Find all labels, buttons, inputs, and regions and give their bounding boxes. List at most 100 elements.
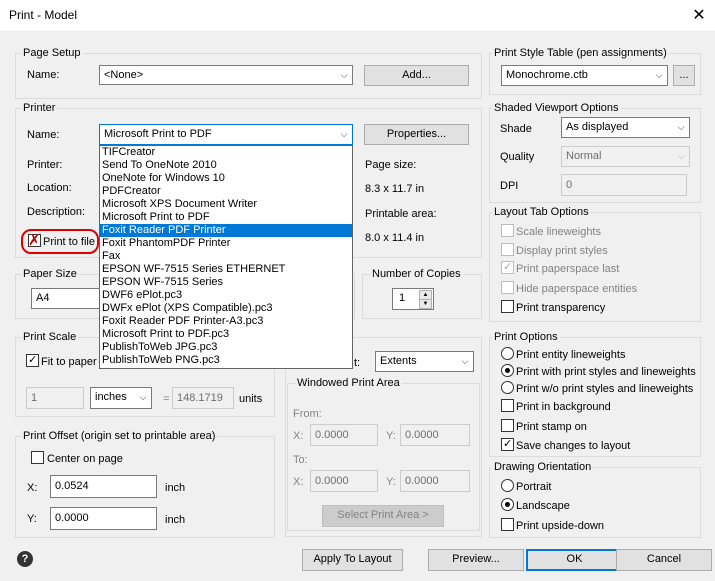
hide-paperspace-entities-checkbox[interactable] <box>501 281 514 294</box>
without-styles-label[interactable]: Print w/o print styles and lineweights <box>516 382 693 396</box>
printer-dropdown-item[interactable]: EPSON WF-7515 Series <box>100 276 352 289</box>
without-styles-radio[interactable] <box>501 381 514 394</box>
fit-to-paper-label[interactable]: Fit to paper <box>41 355 97 369</box>
entity-lineweights-radio[interactable] <box>501 347 514 360</box>
printer-dropdown-item[interactable]: DWF6 ePlot.pc3 <box>100 289 352 302</box>
page-setup-name-value: <None> <box>104 69 144 81</box>
printer-dropdown-item[interactable]: Microsoft XPS Document Writer <box>100 198 352 211</box>
printer-name-select[interactable]: Microsoft Print to PDF ⌵ <box>99 124 353 145</box>
print-stamp-checkbox[interactable] <box>501 419 514 432</box>
chevron-down-icon: ⌵ <box>677 151 685 161</box>
add-page-setup-button[interactable]: Add... <box>364 65 469 86</box>
dpi-field[interactable]: 0 <box>561 174 687 196</box>
print-stamp-label[interactable]: Print stamp on <box>516 420 587 434</box>
printer-dropdown-item[interactable]: TIFCreator <box>100 146 352 159</box>
cancel-button[interactable]: Cancel <box>616 549 712 571</box>
entity-lineweights-label[interactable]: Print entity lineweights <box>516 348 625 362</box>
shaded-viewport-label: Shaded Viewport Options <box>492 102 621 115</box>
select-print-area-button[interactable]: Select Print Area > <box>322 505 444 527</box>
print-paperspace-last-checkbox[interactable] <box>501 260 514 274</box>
offset-y-field[interactable]: 0.0000 <box>50 507 157 530</box>
fit-to-paper-checkbox[interactable] <box>26 353 39 367</box>
printer-dropdown-item[interactable]: Send To OneNote 2010 <box>100 159 352 172</box>
display-print-styles-checkbox[interactable] <box>501 243 514 256</box>
printer-dropdown-item[interactable]: PublishToWeb PNG.pc3 <box>100 354 352 367</box>
title-bar: Print - Model ✕ <box>0 0 715 32</box>
printer-dropdown-item[interactable]: Foxit Reader PDF Printer-A3.pc3 <box>100 315 352 328</box>
save-changes-label[interactable]: Save changes to layout <box>516 439 630 453</box>
printer-dropdown-item[interactable]: Foxit PhantomPDF Printer <box>100 237 352 250</box>
close-icon[interactable]: ✕ <box>686 3 712 29</box>
cross-mark-icon: ✗ <box>28 232 41 249</box>
print-background-label[interactable]: Print in background <box>516 400 611 414</box>
printer-dropdown-list: TIFCreator Send To OneNote 2010 OneNote fo… <box>99 145 353 369</box>
upside-down-label[interactable]: Print upside-down <box>516 519 604 533</box>
printer-dropdown-item[interactable]: OneNote for Windows 10 <box>100 172 352 185</box>
offset-x-unit: inch <box>165 482 186 494</box>
scale-units-select[interactable]: inches ⌵ <box>90 387 152 409</box>
printer-dropdown-item[interactable]: Foxit Reader PDF Printer <box>100 224 352 237</box>
printer-dropdown-item[interactable]: Microsoft Print to PDF.pc3 <box>100 328 352 341</box>
apply-to-layout-button[interactable]: Apply To Layout <box>302 549 403 571</box>
chevron-down-icon: ⌵ <box>461 356 469 366</box>
help-icon[interactable]: ? <box>17 551 33 567</box>
portrait-radio[interactable] <box>501 479 514 492</box>
from-y-field[interactable]: 0.0000 <box>400 424 470 446</box>
preview-button[interactable]: Preview... <box>428 549 524 571</box>
print-background-checkbox[interactable] <box>501 399 514 412</box>
upside-down-checkbox[interactable] <box>501 518 514 531</box>
print-to-file-label[interactable]: Print to file <box>43 235 95 249</box>
printer-dropdown-item[interactable]: EPSON WF-7515 Series ETHERNET <box>100 263 352 276</box>
from-x-label: X: <box>293 430 304 442</box>
shade-label: Shade <box>500 123 532 135</box>
to-label: To: <box>293 454 308 466</box>
print-offset-label: Print Offset (origin set to printable ar… <box>21 430 218 443</box>
printable-area-value: 8.0 x 11.4 in <box>365 232 425 244</box>
offset-x-label: X: <box>27 482 38 494</box>
copies-field[interactable]: 1 ▲ ▼ <box>392 288 434 310</box>
print-transparency-checkbox[interactable] <box>501 300 514 313</box>
save-changes-checkbox[interactable] <box>501 437 514 451</box>
ok-button[interactable]: OK <box>526 549 623 571</box>
print-style-table-label: Print Style Table (pen assignments) <box>492 47 669 60</box>
paper-size-select[interactable]: A4 <box>31 288 101 309</box>
with-styles-radio[interactable] <box>501 364 514 377</box>
to-y-field[interactable]: 0.0000 <box>400 470 470 492</box>
printable-area-label: Printable area: <box>365 208 437 220</box>
landscape-radio[interactable] <box>501 498 514 511</box>
printer-dropdown-item[interactable]: Microsoft Print to PDF <box>100 211 352 224</box>
scale-lineweights-checkbox[interactable] <box>501 224 514 237</box>
hide-paperspace-entities-label: Hide paperspace entities <box>516 283 638 295</box>
what-to-print-select[interactable]: Extents ⌵ <box>375 351 474 372</box>
edit-style-table-button[interactable]: ... <box>673 65 695 86</box>
copies-value: 1 <box>399 292 406 304</box>
layout-tab-label: Layout Tab Options <box>492 206 591 219</box>
portrait-label[interactable]: Portrait <box>516 480 551 494</box>
print-options-label: Print Options <box>492 331 560 344</box>
offset-x-field[interactable]: 0.0524 <box>50 475 157 498</box>
from-x-field[interactable]: 0.0000 <box>310 424 378 446</box>
center-on-page-label[interactable]: Center on page <box>47 452 123 466</box>
quality-select[interactable]: Normal ⌵ <box>561 146 690 167</box>
print-transparency-label[interactable]: Print transparency <box>516 301 605 315</box>
print-style-table-select[interactable]: Monochrome.ctb ⌵ <box>501 65 668 86</box>
page-setup-name-select[interactable]: <None> ⌵ <box>99 65 353 85</box>
scale-value2-field[interactable]: 148.1719 <box>172 387 234 409</box>
printer-dropdown-item[interactable]: PublishToWeb JPG.pc3 <box>100 341 352 354</box>
copies-label: Number of Copies <box>370 268 463 281</box>
printer-dropdown-item[interactable]: PDFCreator <box>100 185 352 198</box>
scale-units-value: inches <box>95 391 127 403</box>
to-x-field[interactable]: 0.0000 <box>310 470 378 492</box>
printer-dropdown-item[interactable]: Fax <box>100 250 352 263</box>
printer-dropdown-item[interactable]: DWFx ePlot (XPS Compatible).pc3 <box>100 302 352 315</box>
printer-label: Printer <box>21 102 58 115</box>
center-on-page-checkbox[interactable] <box>31 451 44 464</box>
with-styles-label[interactable]: Print with print styles and lineweights <box>516 365 696 379</box>
properties-button[interactable]: Properties... <box>364 124 469 145</box>
shade-select[interactable]: As displayed ⌵ <box>561 117 690 138</box>
scale-value1-field[interactable]: 1 <box>26 387 84 409</box>
copies-down-button[interactable]: ▼ <box>419 299 432 309</box>
to-x-label: X: <box>293 476 304 488</box>
print-scale-label: Print Scale <box>21 331 79 344</box>
landscape-label[interactable]: Landscape <box>516 499 570 513</box>
